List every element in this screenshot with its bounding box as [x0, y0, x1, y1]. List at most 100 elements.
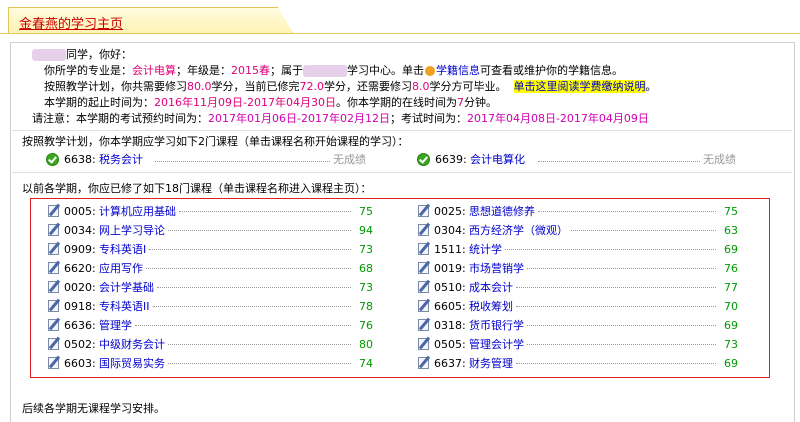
course-row: 0909: 专科英语I 73 — [48, 242, 377, 258]
course-score: 74 — [359, 357, 373, 370]
past-heading: 以前各学期，你应已修了如下18门课程（单击课程名称进入课程主页）： — [22, 182, 372, 195]
course-code: 1511: — [434, 243, 466, 256]
course-code: 0005: — [64, 205, 96, 218]
current-course-link[interactable]: 会计电算化 — [470, 153, 525, 167]
online-minutes: 7 — [456, 96, 464, 109]
edit-icon — [48, 262, 59, 274]
done-credits: 72.0 — [299, 80, 325, 93]
course-code: 0019: — [434, 262, 466, 275]
edit-icon — [418, 205, 429, 217]
course-link[interactable]: 货币银行学 — [469, 318, 524, 334]
exam-range: 2017年04月08日-2017年04月09日 — [466, 112, 649, 125]
course-score: 80 — [359, 338, 373, 351]
course-score: 73 — [359, 243, 373, 256]
edit-icon — [48, 243, 59, 255]
grade-value: 2015春 — [231, 64, 270, 77]
course-link[interactable]: 专科英语I — [99, 242, 146, 258]
edit-icon — [418, 281, 429, 293]
course-link[interactable]: 管理学 — [99, 318, 132, 334]
edit-icon — [48, 281, 59, 293]
course-code: 0318: — [434, 319, 466, 332]
current-course-code: 6638: — [64, 153, 96, 166]
fee-info-link[interactable]: 单击这里阅读学费缴纳说明 — [513, 80, 646, 93]
course-score: 75 — [724, 205, 738, 218]
dot-leader — [155, 161, 330, 162]
course-link[interactable]: 市场营销学 — [469, 261, 524, 277]
dot-leader — [168, 363, 351, 364]
greeting-line: 同学，你好： — [32, 48, 132, 62]
current-course-status: 无成绩 — [333, 153, 366, 166]
course-score: 94 — [359, 224, 373, 237]
course-row: 6603: 国际贸易实务 74 — [48, 356, 377, 372]
course-link[interactable]: 思想道德修养 — [469, 204, 535, 220]
edit-icon — [48, 205, 59, 217]
edit-icon — [48, 357, 59, 369]
status-info-link[interactable]: 学籍信息 — [436, 64, 480, 77]
course-row: 0304: 西方经济学（微观） 63 — [418, 223, 742, 239]
remain-credits: 8.0 — [412, 80, 430, 93]
tab-title[interactable]: 金春燕的学习主页 — [19, 13, 123, 32]
course-link[interactable]: 中级财务会计 — [99, 337, 165, 353]
course-row: 6636: 管理学 76 — [48, 318, 377, 334]
course-row: 0025: 思想道德修养 75 — [418, 204, 742, 220]
edit-icon — [418, 300, 429, 312]
term-range: 2016年11月09日-2017年04月30日 — [154, 96, 336, 109]
current-course-link[interactable]: 税务会计 — [99, 153, 143, 167]
dot-leader — [516, 306, 716, 307]
dot-leader — [538, 161, 700, 162]
edit-icon — [48, 319, 59, 331]
course-row: 0019: 市场营销学 76 — [418, 261, 742, 277]
course-code: 6637: — [434, 357, 466, 370]
dot-leader — [179, 211, 351, 212]
footer-text: 后续各学期无课程学习安排。 — [22, 402, 165, 415]
divider — [12, 172, 792, 173]
redacted-name — [32, 49, 66, 61]
course-link[interactable]: 应用写作 — [99, 261, 143, 277]
course-row: 6637: 财务管理 69 — [418, 356, 742, 372]
course-link[interactable]: 国际贸易实务 — [99, 356, 165, 372]
current-course-status: 无成绩 — [703, 153, 736, 166]
course-score: 69 — [724, 357, 738, 370]
edit-icon — [48, 338, 59, 350]
course-link[interactable]: 成本会计 — [469, 280, 513, 296]
course-link[interactable]: 计算机应用基础 — [99, 204, 176, 220]
course-link[interactable]: 西方经济学（微观） — [469, 223, 568, 239]
plan-line: 按照教学计划，你共需要修习80.0学分，当前已修完72.0学分，还需要修习8.0… — [44, 80, 657, 93]
dot-leader — [153, 306, 351, 307]
edit-icon — [48, 300, 59, 312]
course-link[interactable]: 税收筹划 — [469, 299, 513, 315]
course-code: 6603: — [64, 357, 96, 370]
course-row: 0505: 管理会计学 73 — [418, 337, 742, 353]
total-credits: 80.0 — [187, 80, 212, 93]
course-link[interactable]: 统计学 — [469, 242, 502, 258]
dot-leader — [168, 344, 351, 345]
course-link[interactable]: 管理会计学 — [469, 337, 524, 353]
edit-icon — [418, 357, 429, 369]
course-row: 0318: 货币银行学 69 — [418, 318, 742, 334]
page-tab[interactable]: 金春燕的学习主页 — [8, 7, 293, 33]
course-score: 76 — [359, 319, 373, 332]
course-link[interactable]: 网上学习导论 — [99, 223, 165, 239]
dot-leader — [149, 249, 351, 250]
course-link[interactable]: 专科英语II — [99, 299, 150, 315]
course-row: 6605: 税收筹划 70 — [418, 299, 742, 315]
course-row: 0502: 中级财务会计 80 — [48, 337, 377, 353]
course-score: 70 — [724, 300, 738, 313]
course-score: 63 — [724, 224, 738, 237]
edit-icon — [418, 319, 429, 331]
dot-leader — [571, 230, 716, 231]
course-score: 75 — [359, 205, 373, 218]
course-row: 0005: 计算机应用基础 75 — [48, 204, 377, 220]
dot-leader — [516, 363, 716, 364]
course-link[interactable]: 会计学基础 — [99, 280, 154, 296]
tab-baseline — [0, 33, 800, 34]
course-link[interactable]: 财务管理 — [469, 356, 513, 372]
exam-book-range: 2017年01月06日-2017年02月12日 — [208, 112, 390, 125]
dot-leader — [146, 268, 351, 269]
edit-icon — [418, 262, 429, 274]
course-score: 68 — [359, 262, 373, 275]
current-heading: 按照教学计划，你本学期应学习如下2门课程（单击课程名称开始课程的学习）： — [22, 135, 409, 148]
dot-leader — [516, 287, 716, 288]
course-score: 69 — [724, 243, 738, 256]
divider — [12, 130, 792, 131]
